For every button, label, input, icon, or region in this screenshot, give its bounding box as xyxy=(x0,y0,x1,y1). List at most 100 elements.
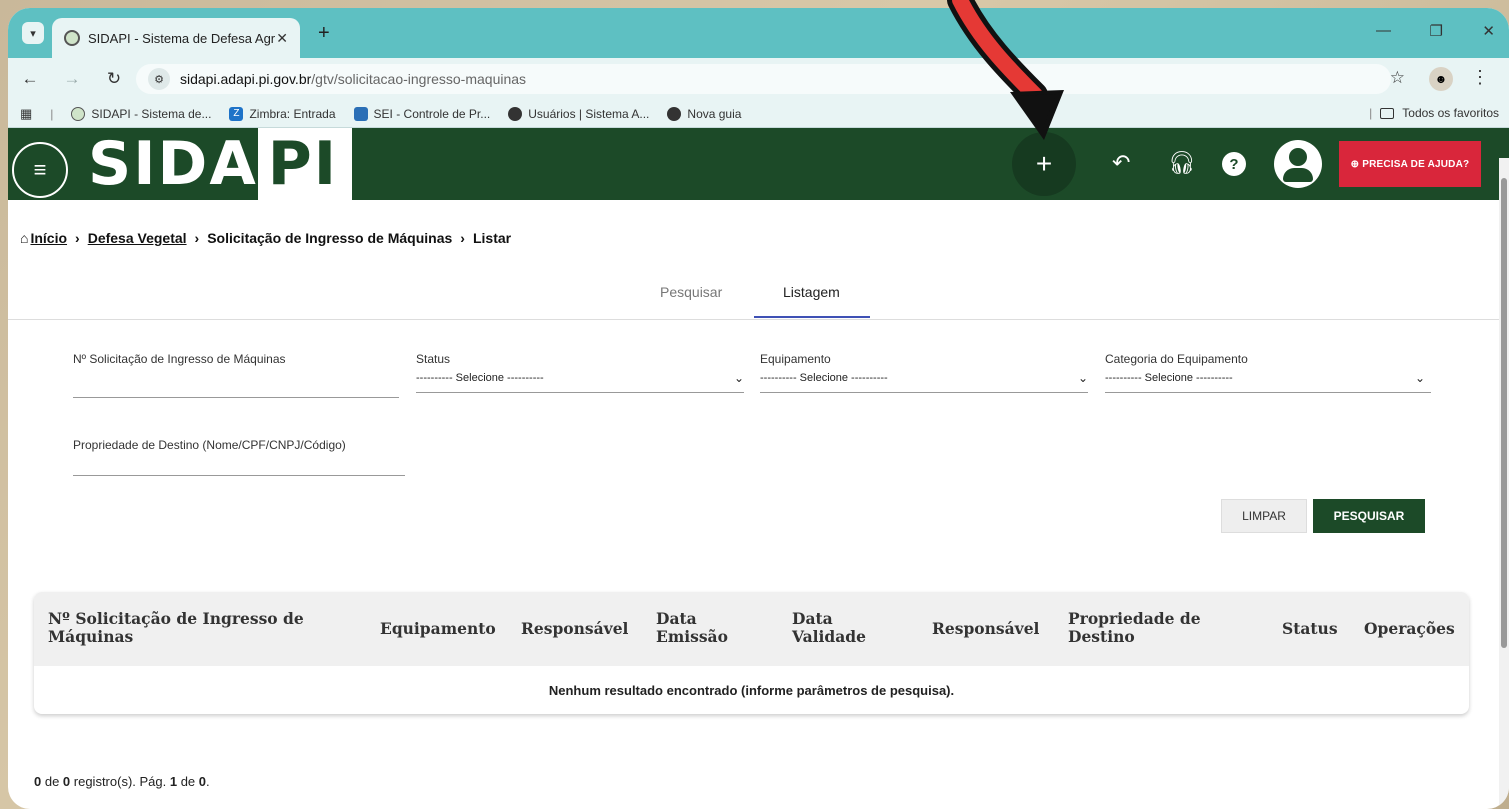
bookmark-nova-guia[interactable]: Nova guia xyxy=(667,106,742,121)
tab-search[interactable]: Pesquisar xyxy=(660,284,722,300)
breadcrumb-section-link[interactable]: Defesa Vegetal xyxy=(88,230,187,246)
equipment-field[interactable]: Equipamento ---------- Selecione -------… xyxy=(760,352,1088,398)
close-tab-icon[interactable]: ✕ xyxy=(276,30,288,47)
equipment-label: Equipamento xyxy=(760,352,831,366)
request-number-field[interactable]: Nº Solicitação de Ingresso de Máquinas xyxy=(73,352,399,398)
bookmark-separator: | xyxy=(1369,106,1373,120)
chevron-down-icon: ⌄ xyxy=(1077,371,1088,385)
reload-icon[interactable]: ↻ xyxy=(104,69,124,89)
address-bar[interactable]: ⚙ sidapi.adapi.pi.gov.br /gtv/solicitaca… xyxy=(136,64,1391,94)
site-info-icon[interactable]: ⚙ xyxy=(148,68,170,90)
column-header-equipment[interactable]: Equipamento xyxy=(380,620,496,638)
breadcrumb-separator-icon: › xyxy=(194,230,200,246)
bookmark-label: Usuários | Sistema A... xyxy=(528,106,650,121)
forward-icon[interactable]: → xyxy=(62,69,82,89)
page-scrollbar[interactable] xyxy=(1499,158,1509,809)
bookmark-zimbra[interactable]: Z Zimbra: Entrada xyxy=(229,106,336,121)
apps-grid-icon[interactable]: ▦ xyxy=(20,106,32,122)
select-underline xyxy=(1105,392,1431,393)
empty-results-message: Nenhum resultado encontrado (informe par… xyxy=(548,682,955,698)
user-icon-body xyxy=(1283,168,1313,182)
status-field[interactable]: Status ---------- Selecione ---------- ⌄ xyxy=(416,352,744,398)
bookmark-label: Nova guia xyxy=(687,106,742,121)
column-header-issue-date[interactable]: Data Emissão xyxy=(656,610,746,646)
sei-icon xyxy=(353,106,368,121)
search-button[interactable]: PESQUISAR xyxy=(1313,499,1425,533)
category-label: Categoria do Equipamento xyxy=(1105,352,1248,366)
destination-field[interactable]: Propriedade de Destino (Nome/CPF/CNPJ/Có… xyxy=(73,438,405,484)
page-of-text: de xyxy=(177,774,199,789)
app-header: ≡ SIDA PI + ↶ 🎧︎ ? ⊕ PRECISA DE AJUDA? xyxy=(8,128,1509,200)
add-new-button[interactable]: + xyxy=(1012,132,1076,196)
tab-title: SIDAPI - Sistema de Defesa Agr xyxy=(88,30,276,46)
need-help-button[interactable]: ⊕ PRECISA DE AJUDA? xyxy=(1339,141,1481,187)
column-header-validity-date[interactable]: Data Validade xyxy=(792,610,882,646)
sidapi-logo: SIDA PI xyxy=(88,128,353,200)
bookmarks-bar: ▦ | SIDAPI - Sistema de... Z Zimbra: Ent… xyxy=(8,100,1509,128)
back-icon[interactable]: ← xyxy=(20,69,40,89)
column-header-request-number[interactable]: Nº Solicitação de Ingresso de Máquinas xyxy=(48,610,348,646)
chevron-down-icon: ⌄ xyxy=(733,371,744,385)
help-icon[interactable]: ? xyxy=(1222,152,1246,176)
navigation-bar: ← → ↻ ⚙ sidapi.adapi.pi.gov.br /gtv/soli… xyxy=(8,58,1509,100)
column-header-responsible-2[interactable]: Responsável xyxy=(932,620,1039,638)
scrollbar-thumb[interactable] xyxy=(1501,178,1507,648)
tab-list[interactable]: Listagem xyxy=(783,284,840,300)
browser-window: ▾ SIDAPI - Sistema de Defesa Agr ✕ + — ❐… xyxy=(8,8,1509,809)
bookmark-usuarios[interactable]: Usuários | Sistema A... xyxy=(508,106,650,121)
status-selected-value: ---------- Selecione ---------- xyxy=(416,372,544,384)
browser-tab[interactable]: SIDAPI - Sistema de Defesa Agr ✕ xyxy=(52,18,300,58)
category-select[interactable]: ---------- Selecione ---------- ⌄ xyxy=(1105,370,1425,386)
new-tab-button[interactable]: + xyxy=(318,22,330,45)
folder-icon xyxy=(1380,107,1395,119)
hamburger-menu-button[interactable]: ≡ xyxy=(12,142,68,198)
profile-avatar[interactable]: ☻ xyxy=(1429,67,1453,91)
url-host: sidapi.adapi.pi.gov.br xyxy=(180,71,312,87)
bookmark-sei[interactable]: SEI - Controle de Pr... xyxy=(353,106,491,121)
tab-strip: ▾ SIDAPI - Sistema de Defesa Agr ✕ + — ❐… xyxy=(8,8,1509,58)
input-underline xyxy=(73,397,399,398)
bookmark-label: Zimbra: Entrada xyxy=(249,106,336,121)
logo-text-part2: PI xyxy=(257,128,353,200)
results-table: Nº Solicitação de Ingresso de Máquinas E… xyxy=(34,592,1469,714)
breadcrumb-separator-icon: › xyxy=(75,230,80,246)
view-tabs: Pesquisar Listagem xyxy=(8,270,1509,320)
records-text: registro(s). Pág. xyxy=(70,774,170,789)
breadcrumb: ⌂ Início › Defesa Vegetal › Solicitação … xyxy=(20,230,511,246)
category-field[interactable]: Categoria do Equipamento ---------- Sele… xyxy=(1105,352,1431,398)
logo-text-part1: SIDA xyxy=(88,129,258,199)
breadcrumb-separator-icon: › xyxy=(460,230,465,246)
restore-icon[interactable]: ❐ xyxy=(1430,22,1443,40)
globe-icon xyxy=(667,106,682,121)
chevron-down-icon: ⌄ xyxy=(1414,371,1425,385)
all-bookmarks[interactable]: | Todos os favoritos xyxy=(1369,106,1499,120)
undo-icon[interactable]: ↶ xyxy=(1112,150,1130,176)
column-header-responsible[interactable]: Responsável xyxy=(521,620,628,638)
breadcrumb-action: Listar xyxy=(472,230,512,246)
status-select[interactable]: ---------- Selecione ---------- ⌄ xyxy=(416,370,744,386)
tab-search-button[interactable]: ▾ xyxy=(22,22,44,44)
bookmark-label: SIDAPI - Sistema de... xyxy=(91,106,212,121)
equipment-select[interactable]: ---------- Selecione ---------- ⌄ xyxy=(760,370,1088,386)
bookmark-sidapi[interactable]: SIDAPI - Sistema de... xyxy=(71,106,212,121)
minimize-icon[interactable]: — xyxy=(1376,22,1391,39)
total-pages: 0 xyxy=(198,774,207,789)
sidapi-favicon-icon xyxy=(64,30,80,46)
breadcrumb-page: Solicitação de Ingresso de Máquinas xyxy=(207,230,453,246)
column-header-destination[interactable]: Propriedade de Destino xyxy=(1068,610,1218,646)
clear-button[interactable]: LIMPAR xyxy=(1221,499,1307,533)
current-page: 1 xyxy=(169,774,178,789)
bookmark-label: SEI - Controle de Pr... xyxy=(373,106,491,121)
user-avatar[interactable] xyxy=(1274,140,1322,188)
headset-icon[interactable]: 🎧︎ xyxy=(1168,150,1196,176)
category-selected-value: ---------- Selecione ---------- xyxy=(1105,372,1233,384)
request-number-label: Nº Solicitação de Ingresso de Máquinas xyxy=(73,352,286,366)
globe-icon xyxy=(508,106,523,121)
bookmark-star-icon[interactable]: ☆ xyxy=(1390,68,1405,88)
input-underline xyxy=(73,475,405,476)
column-header-status[interactable]: Status xyxy=(1282,620,1338,638)
breadcrumb-home-link[interactable]: Início xyxy=(30,230,67,246)
close-window-icon[interactable]: ✕ xyxy=(1482,22,1495,40)
select-underline xyxy=(416,392,744,393)
browser-menu-icon[interactable]: ⋮ xyxy=(1471,67,1489,88)
